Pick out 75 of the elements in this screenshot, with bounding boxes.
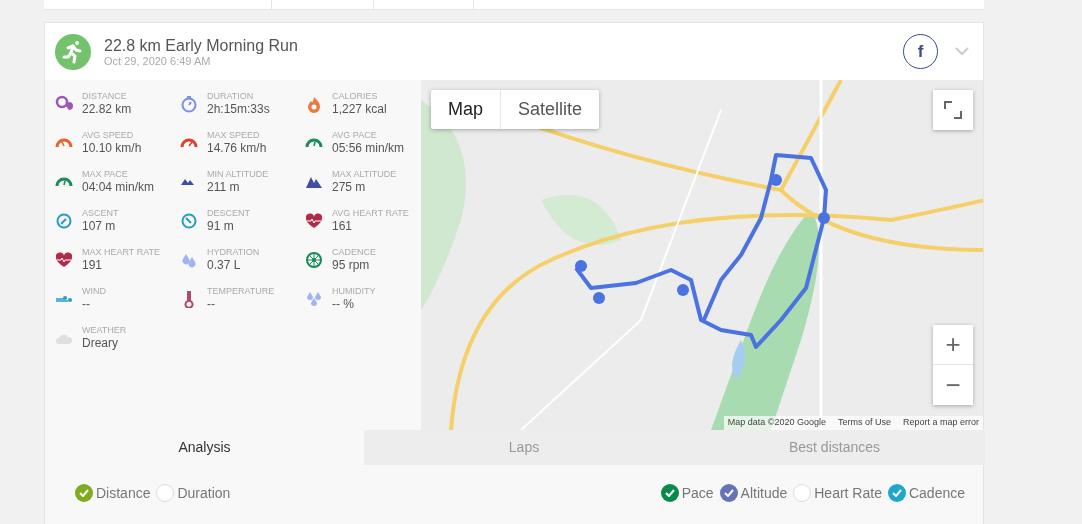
- stat-value: -- %: [332, 297, 355, 311]
- checkbox-icon[interactable]: [793, 484, 812, 502]
- map-link[interactable]: Terms of Use: [837, 416, 891, 430]
- stat-label: CALORIES: [332, 91, 379, 102]
- stat-value: 1,227 kcal: [332, 102, 387, 116]
- checkbox-checked-icon[interactable]: [719, 484, 738, 502]
- stat-label: MAX PACE: [82, 169, 129, 180]
- fullscreen-icon: [944, 101, 962, 119]
- stat-value: 14.76 km/h: [207, 141, 267, 155]
- map-attribution: Map data ©2020 Google: [727, 416, 826, 430]
- runner-icon: [55, 33, 91, 70]
- series-toggle[interactable]: Pace: [660, 482, 714, 504]
- stat-label: MIN ALTITUDE: [207, 169, 269, 180]
- flame-icon: [305, 95, 323, 113]
- chevron-down-icon[interactable]: [955, 47, 969, 56]
- heart-icon: [55, 251, 73, 269]
- mountain-icon: [180, 178, 196, 186]
- stat-label: HUMIDITY: [332, 286, 376, 297]
- zoom-out-button[interactable]: −: [933, 365, 973, 405]
- map-link[interactable]: Report a map error: [902, 416, 979, 430]
- series-toggle[interactable]: Altitude: [719, 482, 788, 504]
- stat-label: DESCENT: [207, 208, 250, 219]
- series-toggle[interactable]: Cadence: [887, 482, 965, 504]
- stat-label: AVG PACE: [332, 130, 378, 141]
- drops-icon: [305, 290, 323, 308]
- stat-label: HYDRATION: [207, 247, 260, 258]
- compass-icon: [55, 212, 73, 230]
- checkbox-checked-icon[interactable]: [660, 484, 679, 502]
- stat-value: 275 m: [332, 180, 367, 194]
- stat-value: 2h:15m:33s: [207, 102, 270, 116]
- stat-label: WEATHER: [82, 325, 127, 336]
- zoom-in-button[interactable]: +: [933, 325, 973, 365]
- stat-value: 211 m: [207, 180, 241, 194]
- series-toggle[interactable]: Distance: [75, 482, 151, 504]
- stat-value: 91 m: [207, 219, 235, 233]
- wheel-icon: [305, 251, 323, 269]
- stat-value: 05:56 min/km: [332, 141, 405, 155]
- stat-label: MAX ALTITUDE: [332, 169, 397, 180]
- stat-label: DISTANCE: [82, 91, 128, 102]
- stat-value: 0.37 L: [207, 258, 242, 272]
- stopwatch-icon: [180, 95, 198, 113]
- stat-value: Dreary: [82, 336, 119, 350]
- stat-label: MAX HEART RATE: [82, 247, 161, 258]
- stat-label: DURATION: [207, 91, 255, 102]
- map-type-button[interactable]: Satellite: [500, 90, 600, 129]
- checkbox-checked-icon[interactable]: [887, 484, 906, 502]
- map-type-button[interactable]: Map: [431, 90, 500, 129]
- stat-value: --: [82, 297, 91, 311]
- stat-value: 107 m: [82, 219, 117, 233]
- stat-value: 22.82 km: [82, 102, 132, 116]
- stat-label: WIND: [82, 286, 106, 297]
- stat-value: 191: [82, 258, 104, 272]
- activity-date: Oct 29, 2020 6:49 AM: [104, 54, 212, 68]
- stat-label: ASCENT: [82, 208, 119, 219]
- fullscreen-button[interactable]: [933, 90, 973, 130]
- series-toggle[interactable]: Duration: [156, 482, 231, 504]
- tab[interactable]: Analysis: [45, 430, 364, 465]
- location-pins-icon: [55, 95, 73, 113]
- stat-value: 04:04 min/km: [82, 180, 155, 194]
- wind-icon: [55, 295, 73, 303]
- checkbox-icon[interactable]: [156, 484, 175, 502]
- stat-value: 95 rpm: [332, 258, 371, 272]
- stat-label: AVG HEART RATE: [332, 208, 409, 219]
- stat-label: AVG SPEED: [82, 130, 135, 141]
- stat-value: 161: [332, 219, 354, 233]
- stat-label: MAX SPEED: [207, 130, 261, 141]
- stat-value: 10.10 km/h: [82, 141, 142, 155]
- compass-icon: [180, 212, 198, 230]
- activity-title: 22.8 km Early Morning Run: [104, 35, 298, 55]
- stat-label: CADENCE: [332, 247, 376, 258]
- stat-label: TEMPERATURE: [207, 286, 275, 297]
- stat-value: --: [207, 297, 216, 311]
- checkbox-checked-icon[interactable]: [75, 484, 93, 502]
- series-toggle[interactable]: Heart Rate: [793, 482, 882, 504]
- heart-icon: [305, 212, 323, 230]
